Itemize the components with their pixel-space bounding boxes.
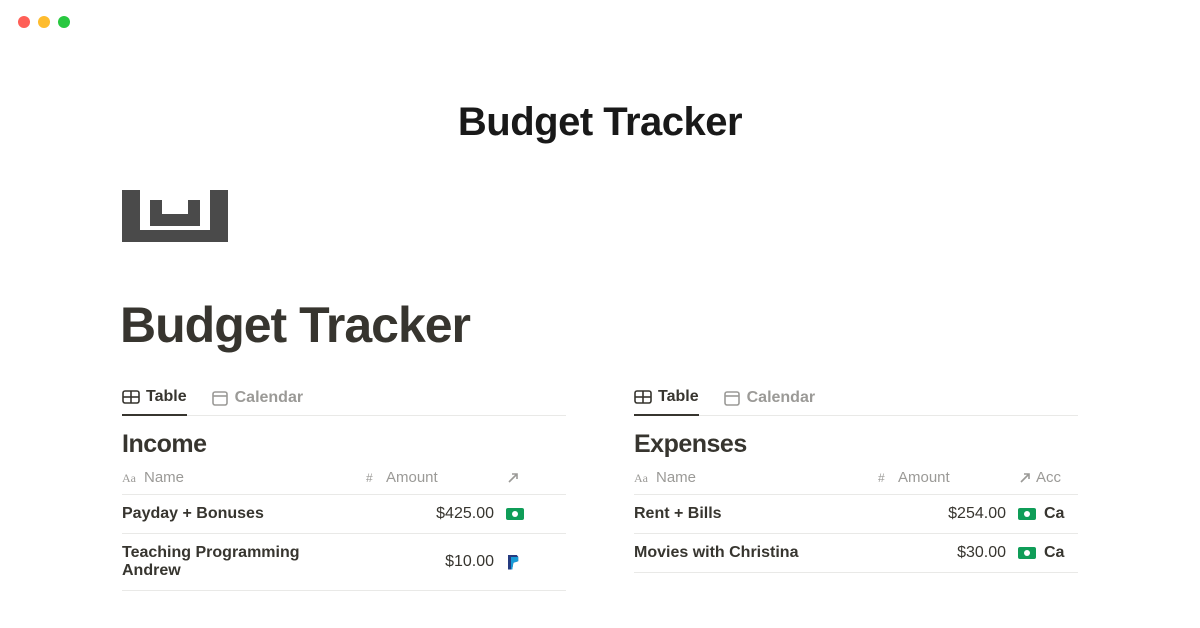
tab-calendar-label: Calendar [747, 389, 815, 407]
row-account-label: Ca [1044, 544, 1064, 562]
relation-type-icon [1018, 471, 1032, 485]
money-tray-icon [122, 190, 228, 242]
tab-table-label: Table [658, 388, 699, 406]
income-panel: Table Calendar Income Aa Name # A [122, 380, 566, 591]
maximize-window-icon[interactable] [58, 16, 70, 28]
number-type-icon: # [878, 471, 892, 485]
calendar-icon [211, 389, 229, 407]
tab-table-label: Table [146, 388, 187, 406]
column-account[interactable] [506, 469, 566, 486]
tab-table[interactable]: Table [122, 380, 187, 416]
table-row[interactable]: Movies with Christina $30.00 Ca [634, 534, 1078, 573]
table-row[interactable]: Rent + Bills $254.00 Ca [634, 495, 1078, 534]
row-name: Payday + Bonuses [122, 505, 366, 523]
minimize-window-icon[interactable] [38, 16, 50, 28]
expenses-heading: Expenses [634, 430, 1078, 459]
row-account: Ca [1018, 544, 1078, 562]
calendar-icon [723, 389, 741, 407]
expenses-table-header: Aa Name # Amount Acc [634, 469, 1078, 495]
page-title[interactable]: Budget Tracker [120, 296, 470, 354]
svg-text:Aa: Aa [122, 471, 137, 485]
text-type-icon: Aa [634, 470, 650, 486]
income-view-tabs: Table Calendar [122, 380, 566, 416]
income-heading: Income [122, 430, 566, 459]
tab-calendar[interactable]: Calendar [723, 380, 815, 416]
row-account [506, 555, 566, 570]
column-name[interactable]: Aa Name [634, 469, 878, 486]
row-name: Rent + Bills [634, 505, 878, 523]
row-account-label: Ca [1044, 505, 1064, 523]
page-icon[interactable] [122, 190, 228, 242]
tab-table[interactable]: Table [634, 380, 699, 416]
window-traffic-lights [18, 16, 70, 28]
cash-icon [1018, 508, 1036, 520]
header-title: Budget Tracker [0, 100, 1200, 145]
column-account[interactable]: Acc [1018, 469, 1078, 486]
income-table-header: Aa Name # Amount [122, 469, 566, 495]
svg-text:Aa: Aa [634, 471, 649, 485]
row-amount: $425.00 [366, 505, 506, 523]
table-icon [122, 388, 140, 406]
tab-calendar-label: Calendar [235, 389, 303, 407]
row-name: Movies with Christina [634, 544, 878, 562]
column-name-label: Name [656, 469, 696, 486]
expenses-view-tabs: Table Calendar [634, 380, 1078, 416]
row-account: Ca [1018, 505, 1078, 523]
cash-icon [506, 508, 524, 520]
column-amount[interactable]: # Amount [366, 469, 506, 486]
column-amount-label: Amount [898, 469, 950, 486]
text-type-icon: Aa [122, 470, 138, 486]
paypal-icon [508, 555, 520, 570]
column-amount-label: Amount [386, 469, 438, 486]
column-account-label: Acc [1036, 469, 1061, 486]
cash-icon [1018, 547, 1036, 559]
expenses-panel: Table Calendar Expenses Aa Name # [634, 380, 1078, 591]
row-name: Teaching Programming Andrew [122, 544, 366, 580]
row-account [506, 508, 566, 520]
column-name[interactable]: Aa Name [122, 469, 366, 486]
row-amount: $30.00 [878, 544, 1018, 562]
close-window-icon[interactable] [18, 16, 30, 28]
relation-type-icon [506, 471, 520, 485]
number-type-icon: # [366, 471, 380, 485]
svg-text:#: # [878, 471, 885, 485]
row-amount: $10.00 [366, 553, 506, 571]
svg-text:#: # [366, 471, 373, 485]
column-amount[interactable]: # Amount [878, 469, 1018, 486]
column-name-label: Name [144, 469, 184, 486]
table-row[interactable]: Payday + Bonuses $425.00 [122, 495, 566, 534]
table-row[interactable]: Teaching Programming Andrew $10.00 [122, 534, 566, 591]
tab-calendar[interactable]: Calendar [211, 380, 303, 416]
row-amount: $254.00 [878, 505, 1018, 523]
table-icon [634, 388, 652, 406]
